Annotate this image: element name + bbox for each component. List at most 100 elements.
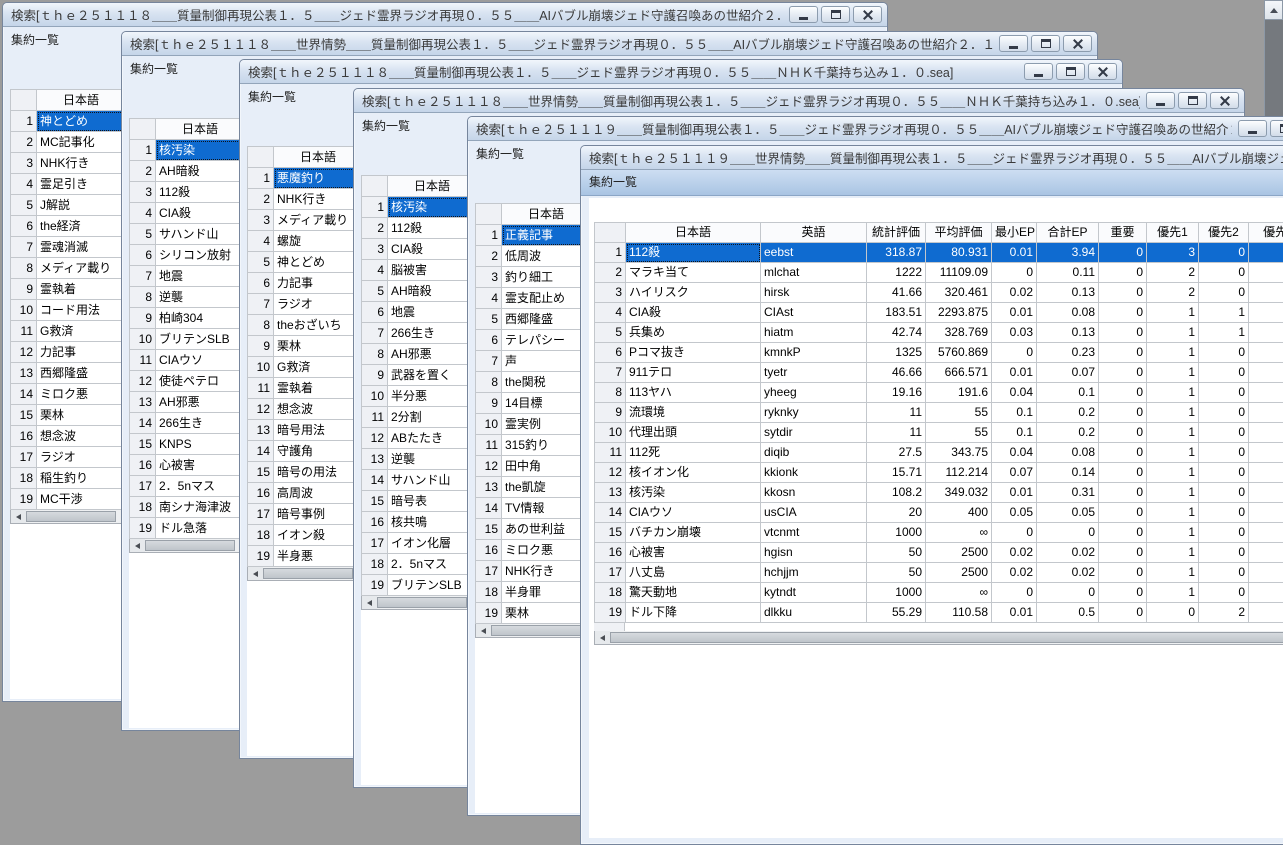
cell-english[interactable]: yheeg [761, 383, 867, 403]
japanese-word-cell[interactable]: メディア載り [37, 258, 126, 279]
japanese-word-cell[interactable]: 稲生釣り [37, 468, 126, 489]
cell-priority3[interactable] [1249, 323, 1283, 343]
row-number-cell[interactable]: 10 [248, 357, 274, 378]
row-number-header[interactable] [11, 90, 37, 111]
japanese-word-cell[interactable]: イオン殺 [274, 525, 363, 546]
list-item[interactable]: 17 2．5nマス [130, 476, 245, 497]
japanese-word-cell[interactable]: AH邪悪 [156, 392, 245, 413]
row-number-cell[interactable]: 15 [130, 434, 156, 455]
cell-priority1[interactable]: 1 [1147, 323, 1199, 343]
japanese-word-cell[interactable]: 霊足引き [37, 174, 126, 195]
table-row[interactable]: 13 核汚染 kkosn 108.2 349.032 0.01 0.31 0 1… [595, 483, 1283, 503]
row-number-cell[interactable]: 11 [362, 407, 388, 428]
cell-total-ep[interactable]: 0.02 [1037, 563, 1099, 583]
cell-priority2[interactable]: 0 [1199, 543, 1249, 563]
japanese-word-cell[interactable]: 想念波 [274, 399, 363, 420]
cell-min-ep[interactable]: 0.02 [992, 543, 1037, 563]
cell-priority1[interactable]: 2 [1147, 263, 1199, 283]
list-item[interactable]: 2 112殺 [362, 218, 477, 239]
cell-english[interactable]: hirsk [761, 283, 867, 303]
japanese-word-cell[interactable]: 112殺 [156, 182, 245, 203]
row-number-cell[interactable]: 10 [362, 386, 388, 407]
cell-priority3[interactable] [1249, 403, 1283, 423]
cell-important[interactable]: 0 [1099, 363, 1147, 383]
cell-total-ep[interactable]: 3.94 [1037, 243, 1099, 263]
cell-priority1[interactable]: 1 [1147, 543, 1199, 563]
table-row[interactable]: 11 112死 diqib 27.5 343.75 0.04 0.08 0 1 … [595, 443, 1283, 463]
japanese-word-cell[interactable]: あの世利益 [502, 519, 591, 540]
cell-priority3[interactable] [1249, 423, 1283, 443]
row-number-cell[interactable]: 17 [11, 447, 37, 468]
list-item[interactable]: 3 メディア載り [248, 210, 363, 231]
row-number-cell[interactable]: 17 [248, 504, 274, 525]
japanese-word-cell[interactable]: シリコン放射 [156, 245, 245, 266]
japanese-word-cell[interactable]: 想念波 [37, 426, 126, 447]
cell-priority2[interactable]: 0 [1199, 563, 1249, 583]
cell-avg-eval[interactable]: 320.461 [926, 283, 992, 303]
row-number-cell[interactable]: 16 [595, 543, 626, 563]
cell-avg-eval[interactable]: 55 [926, 423, 992, 443]
table-row[interactable]: 5 兵集め hiatm 42.74 328.769 0.03 0.13 0 1 … [595, 323, 1283, 343]
list-item[interactable]: 10 G救済 [248, 357, 363, 378]
scrollbar-shaft[interactable] [1264, 20, 1283, 122]
table-row[interactable]: 2 マラキ当て mlchat 1222 11109.09 0 0.11 0 2 … [595, 263, 1283, 283]
japanese-word-cell[interactable]: 霊執着 [274, 378, 363, 399]
japanese-word-cell[interactable]: 螺旋 [274, 231, 363, 252]
cell-total-ep[interactable]: 0.5 [1037, 603, 1099, 623]
scroll-left-button[interactable] [362, 596, 377, 609]
row-number-cell[interactable]: 2 [362, 218, 388, 239]
japanese-word-cell[interactable]: 使徒ペテロ [156, 371, 245, 392]
cell-priority3[interactable] [1249, 583, 1283, 603]
cell-important[interactable]: 0 [1099, 503, 1147, 523]
table-row[interactable]: 12 核イオン化 kkionk 15.71 112.214 0.07 0.14 … [595, 463, 1283, 483]
cell-stat-eval[interactable]: 1000 [867, 583, 926, 603]
japanese-column-header[interactable]: 日本語 [156, 119, 245, 140]
cell-priority3[interactable] [1249, 443, 1283, 463]
list-item[interactable]: 18 イオン殺 [248, 525, 363, 546]
cell-important[interactable]: 0 [1099, 423, 1147, 443]
japanese-word-cell[interactable]: テレパシー [502, 330, 591, 351]
scrollbar-thumb[interactable] [145, 540, 235, 551]
cell-japanese[interactable]: 心被害 [626, 543, 761, 563]
japanese-word-cell[interactable]: G救済 [37, 321, 126, 342]
cell-japanese[interactable]: バチカン崩壊 [626, 523, 761, 543]
cell-priority1[interactable]: 1 [1147, 483, 1199, 503]
close-button[interactable] [1063, 35, 1092, 52]
row-number-cell[interactable]: 17 [130, 476, 156, 497]
cell-important[interactable]: 0 [1099, 403, 1147, 423]
cell-english[interactable]: kkosn [761, 483, 867, 503]
list-item[interactable]: 15 あの世利益 [476, 519, 591, 540]
cell-min-ep[interactable]: 0.02 [992, 563, 1037, 583]
row-number-cell[interactable]: 16 [362, 512, 388, 533]
column-header-avg-eval[interactable]: 平均評価 [926, 223, 992, 243]
cell-priority1[interactable]: 1 [1147, 443, 1199, 463]
list-item[interactable]: 10 霊実例 [476, 414, 591, 435]
row-number-cell[interactable]: 8 [362, 344, 388, 365]
cell-avg-eval[interactable]: 2500 [926, 543, 992, 563]
cell-important[interactable]: 0 [1099, 263, 1147, 283]
row-number-cell[interactable]: 18 [595, 583, 626, 603]
list-item[interactable]: 4 脳被害 [362, 260, 477, 281]
list-item[interactable]: 5 西郷隆盛 [476, 309, 591, 330]
row-number-cell[interactable]: 9 [248, 336, 274, 357]
cell-important[interactable]: 0 [1099, 483, 1147, 503]
japanese-word-cell[interactable]: 正義記事 [502, 225, 591, 246]
cell-stat-eval[interactable]: 318.87 [867, 243, 926, 263]
cell-important[interactable]: 0 [1099, 303, 1147, 323]
japanese-word-cell[interactable]: 315釣り [502, 435, 591, 456]
japanese-word-cell[interactable]: CIAウソ [156, 350, 245, 371]
japanese-word-cell[interactable]: 暗号の用法 [274, 462, 363, 483]
japanese-word-cell[interactable]: 逆襲 [156, 287, 245, 308]
table-row[interactable]: 4 CIA殺 CIAst 183.51 2293.875 0.01 0.08 0… [595, 303, 1283, 323]
japanese-word-cell[interactable]: NHK行き [502, 561, 591, 582]
cell-total-ep[interactable]: 0.11 [1037, 263, 1099, 283]
list-item[interactable]: 13 AH邪悪 [130, 392, 245, 413]
japanese-word-cell[interactable]: 栗林 [502, 603, 591, 624]
row-number-header[interactable] [362, 176, 388, 197]
row-number-cell[interactable]: 17 [476, 561, 502, 582]
japanese-word-cell[interactable]: NHK行き [37, 153, 126, 174]
list-item[interactable]: 18 南シナ海津波 [130, 497, 245, 518]
list-item[interactable]: 5 J解説 [11, 195, 126, 216]
table-row[interactable]: 19 ドル下降 dlkku 55.29 110.58 0.01 0.5 0 0 … [595, 603, 1283, 623]
cell-priority2[interactable]: 0 [1199, 263, 1249, 283]
